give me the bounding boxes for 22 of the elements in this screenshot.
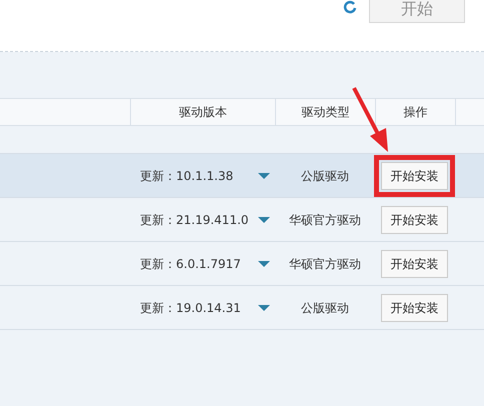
column-header: 驱动版本 [179,104,227,121]
driver-type: 华硕官方驱动 [289,212,361,226]
version-text: 更新：21.19.411.0 [140,212,250,228]
driver-type: 华硕官方驱动 [289,256,361,270]
dropdown-icon[interactable] [258,304,270,310]
install-button[interactable]: 开始安装 [381,294,448,322]
column-header: 操作 [404,104,428,121]
table-row[interactable]: 更新：10.1.1.38 公版驱动 开始安装 [0,154,484,198]
install-button[interactable]: 开始安装 [381,206,448,234]
version-text: 更新：6.0.1.7917 [140,256,242,272]
dropdown-icon[interactable] [258,172,270,178]
install-button[interactable]: 开始安装 [381,162,448,190]
column-header: 驱动类型 [302,104,350,121]
annotation-arrow [352,87,388,152]
version-text: 更新：19.0.14.31 [140,300,242,316]
install-button[interactable]: 开始安装 [381,250,448,278]
dropdown-icon[interactable] [258,216,270,222]
driver-type: 公版驱动 [301,168,349,182]
refresh-icon[interactable] [343,0,357,14]
driver-type: 公版驱动 [301,300,349,314]
dropdown-icon[interactable] [258,260,270,266]
version-text: 更新：10.1.1.38 [140,168,234,184]
